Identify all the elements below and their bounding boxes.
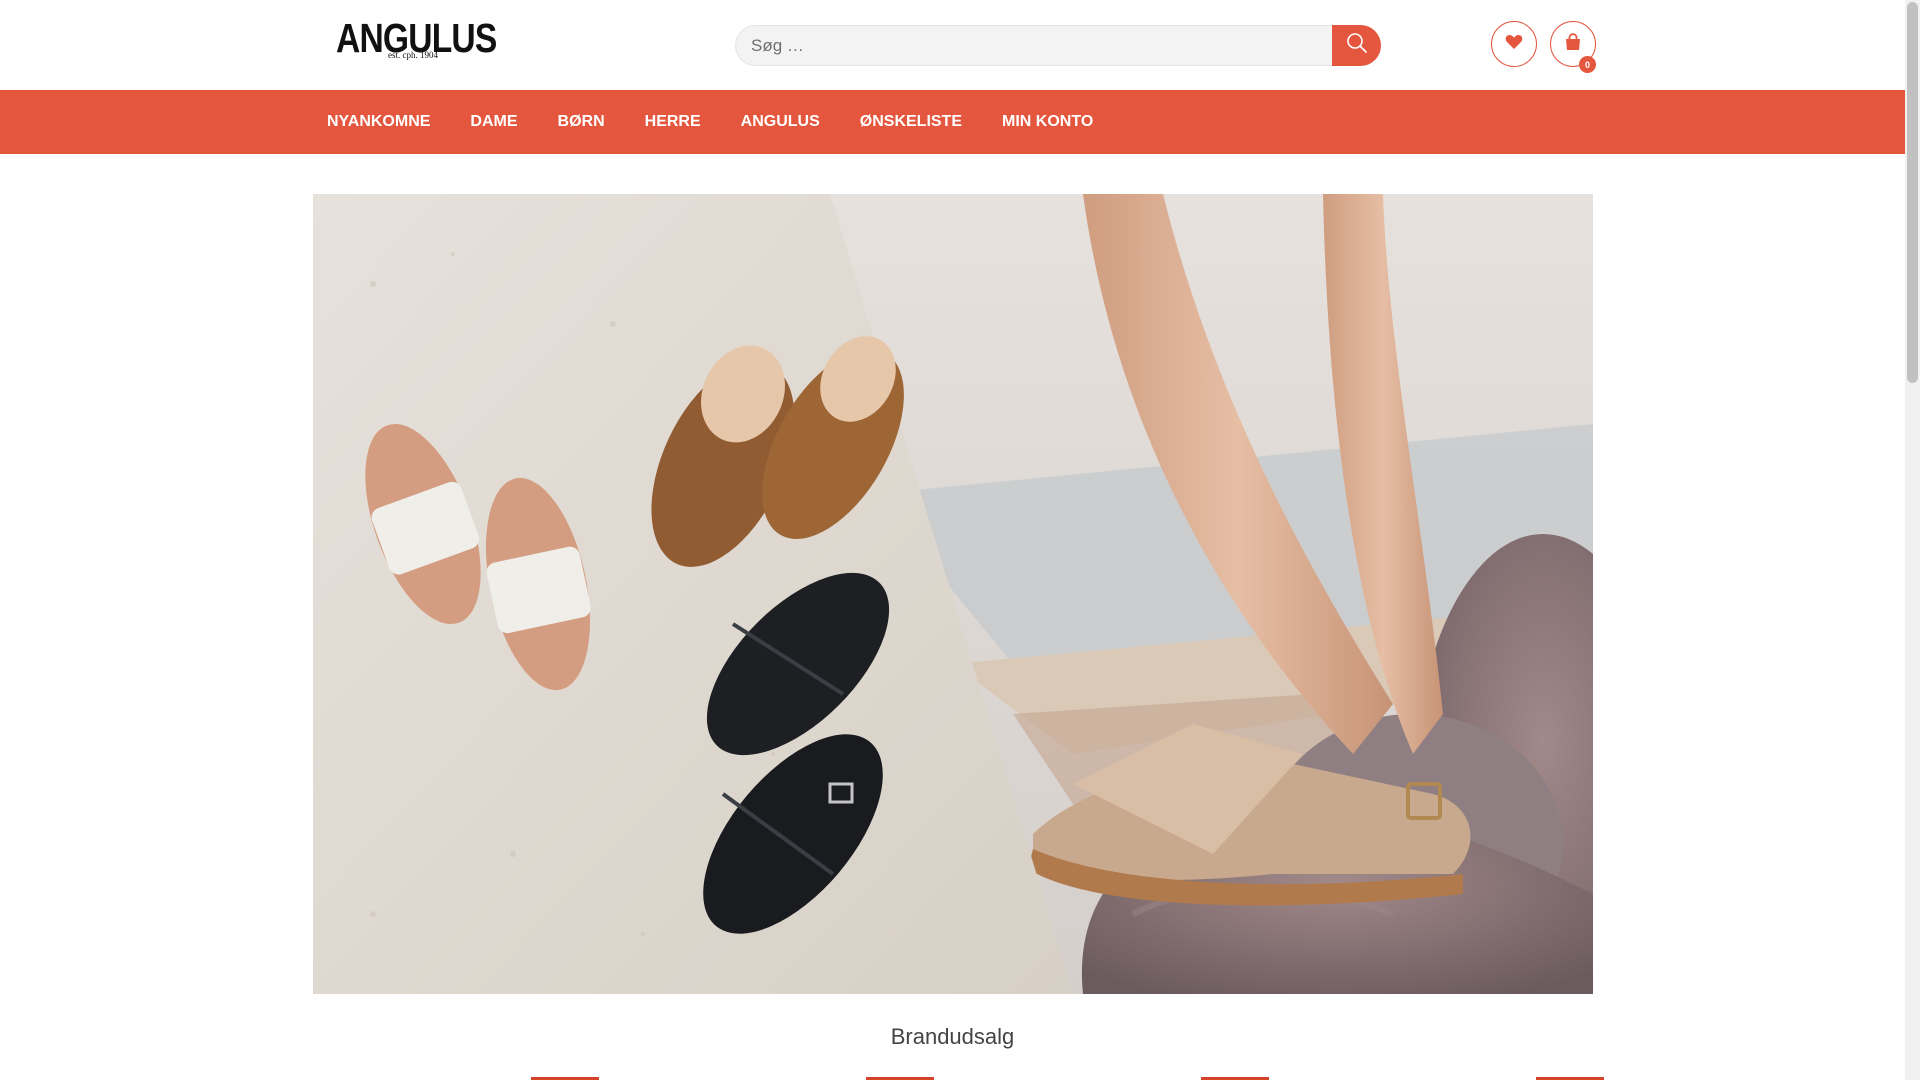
- nav-item-onskeliste[interactable]: ØNSKELISTE: [840, 90, 982, 154]
- cart-count-badge: 0: [1579, 56, 1596, 73]
- brand-logo[interactable]: ANGULUS est. cph. 1904: [336, 18, 497, 64]
- nav-item-herre[interactable]: HERRE: [625, 90, 721, 154]
- section-title: Brandudsalg: [890, 1024, 1015, 1049]
- main-navigation: NYANKOMNE DAME BØRN HERRE ANGULUS ØNSKEL…: [0, 90, 1905, 154]
- search-input[interactable]: [735, 25, 1332, 66]
- nav-item-min-konto[interactable]: MIN KONTO: [982, 90, 1113, 154]
- page-scrollbar[interactable]: [1905, 0, 1920, 1080]
- wishlist-button[interactable]: [1491, 21, 1537, 67]
- brand-logo-tagline: est. cph. 1904: [388, 50, 438, 60]
- search-icon: [1346, 32, 1368, 59]
- site-header: ANGULUS est. cph. 1904 0: [0, 0, 1905, 90]
- search-button[interactable]: [1332, 25, 1381, 66]
- scrollbar-thumb[interactable]: [1907, 2, 1918, 383]
- nav-item-dame[interactable]: DAME: [450, 90, 537, 154]
- nav-item-nyankomne[interactable]: NYANKOMNE: [307, 90, 450, 154]
- hero-banner-image[interactable]: [313, 194, 1593, 994]
- shopping-bag-icon: [1564, 32, 1582, 56]
- nav-list: NYANKOMNE DAME BØRN HERRE ANGULUS ØNSKEL…: [307, 90, 1113, 154]
- cart-button[interactable]: 0: [1550, 21, 1596, 73]
- nav-item-born[interactable]: BØRN: [538, 90, 625, 154]
- search-form: [735, 25, 1381, 66]
- hero-illustration: [313, 194, 1593, 994]
- nav-item-angulus[interactable]: ANGULUS: [721, 90, 840, 154]
- heart-icon: [1505, 34, 1523, 55]
